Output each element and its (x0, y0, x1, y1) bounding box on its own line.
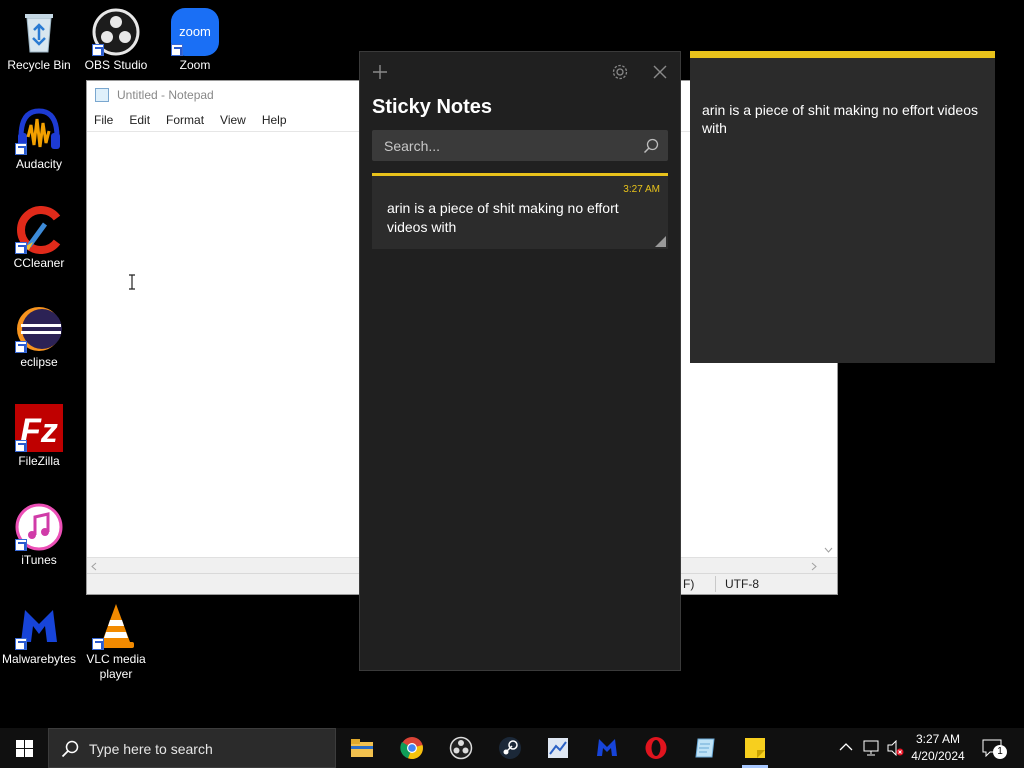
audacity-icon (15, 107, 63, 155)
sticky-notes-icon[interactable] (743, 736, 767, 760)
desktop-icon-ccleaner[interactable]: CCleaner (0, 206, 78, 271)
note-corner-fold-icon (655, 236, 666, 247)
desktop-icon-vlc[interactable]: VLC media player (77, 602, 155, 682)
malwarebytes-icon (15, 602, 63, 650)
scroll-left-icon[interactable] (91, 562, 97, 571)
taskbar-search-placeholder: Type here to search (89, 741, 213, 757)
shortcut-arrow-icon (92, 638, 104, 650)
search-icon[interactable] (643, 138, 659, 154)
desktop-icon-obs-studio[interactable]: OBS Studio (77, 8, 155, 73)
status-encoding: UTF-8 (725, 577, 759, 591)
network-icon[interactable] (862, 740, 880, 756)
desktop-icon-label: Malwarebytes (1, 652, 77, 666)
notification-badge: 1 (993, 745, 1007, 759)
filezilla-icon: Fz (15, 404, 63, 452)
clock-date: 4/20/2024 (911, 749, 965, 763)
text-cursor-icon (129, 274, 135, 290)
notepad-icon[interactable] (693, 736, 717, 760)
scroll-right-icon[interactable] (811, 562, 817, 571)
desktop-icon-label: CCleaner (13, 256, 65, 270)
desktop-icon-itunes[interactable]: iTunes (0, 503, 78, 568)
desktop-icon-label: Audacity (15, 157, 63, 171)
desktop-icon-audacity[interactable]: Audacity (0, 107, 78, 172)
recycle-bin-icon (15, 8, 63, 56)
status-divider (715, 576, 716, 592)
vlc-icon (92, 602, 140, 650)
sticky-notes-title: Sticky Notes (372, 96, 493, 118)
shortcut-arrow-icon (15, 440, 27, 452)
chrome-icon[interactable] (400, 736, 424, 760)
notification-center-button[interactable]: 1 (982, 739, 1007, 762)
search-icon (61, 740, 79, 758)
desktop-icon-label: FileZilla (18, 454, 60, 468)
obs-studio-icon (92, 8, 140, 56)
chevron-up-icon[interactable] (839, 742, 853, 752)
desktop-icon-malwarebytes[interactable]: Malwarebytes (0, 602, 78, 667)
taskbar: Type here to search 3:27 AM 4/20/2024 1 (0, 728, 1024, 768)
search-placeholder: Search... (384, 138, 441, 154)
shortcut-arrow-icon (171, 44, 183, 56)
sticky-notes-toolbar (360, 52, 680, 92)
desktop: Recycle Bin OBS Studio zoom Zoom Workpl.… (0, 0, 1024, 728)
eclipse-icon (15, 305, 63, 353)
shortcut-arrow-icon (15, 143, 27, 155)
volume-muted-icon[interactable] (886, 740, 904, 756)
obs-icon[interactable] (449, 736, 473, 760)
close-icon[interactable] (653, 65, 667, 79)
file-explorer-icon[interactable] (350, 736, 374, 760)
desktop-icon-label: Zoom Workpl... (179, 58, 211, 72)
opera-icon[interactable] (644, 736, 668, 760)
menu-format[interactable]: Format (166, 113, 204, 127)
shortcut-arrow-icon (92, 44, 104, 56)
start-button[interactable] (0, 728, 48, 768)
shortcut-arrow-icon (15, 242, 27, 254)
desktop-icon-recycle-bin[interactable]: Recycle Bin (0, 8, 78, 73)
taskbar-app-icon[interactable] (546, 736, 570, 760)
desktop-icon-eclipse[interactable]: eclipse (0, 305, 78, 370)
scroll-down-icon[interactable] (824, 547, 833, 553)
shortcut-arrow-icon (15, 539, 27, 551)
itunes-icon (15, 503, 63, 551)
desktop-icon-filezilla[interactable]: Fz FileZilla (0, 404, 78, 469)
steam-icon[interactable] (498, 736, 522, 760)
sticky-notes-list-window[interactable]: Sticky Notes Search... 3:27 AM arin is a… (359, 51, 681, 671)
desktop-icon-label: Recycle Bin (7, 58, 71, 72)
desktop-icon-label: OBS Studio (84, 58, 148, 72)
desktop-icon-zoom[interactable]: zoom Zoom Workpl... (156, 8, 234, 73)
note-card[interactable]: 3:27 AM arin is a piece of shit making n… (372, 173, 668, 249)
taskbar-search-box[interactable]: Type here to search (48, 728, 336, 768)
sticky-note-window[interactable]: arin is a piece of shit making no effort… (690, 51, 995, 363)
shortcut-arrow-icon (15, 638, 27, 650)
menu-help[interactable]: Help (262, 113, 287, 127)
malwarebytes-icon[interactable] (595, 736, 619, 760)
desktop-icon-label: eclipse (20, 355, 58, 369)
taskbar-clock[interactable]: 3:27 AM 4/20/2024 (906, 731, 970, 765)
desktop-icon-label: iTunes (21, 553, 57, 567)
windows-logo-icon (15, 739, 33, 757)
menu-edit[interactable]: Edit (129, 113, 150, 127)
settings-gear-icon[interactable] (611, 63, 629, 81)
status-line-ending: F) (683, 577, 695, 591)
desktop-icon-label: VLC media player (86, 652, 146, 681)
clock-time: 3:27 AM (915, 732, 961, 746)
notepad-title: Untitled - Notepad (117, 88, 214, 102)
note-preview-text: arin is a piece of shit making no effort… (387, 200, 619, 235)
menu-file[interactable]: File (94, 113, 113, 127)
sticky-notes-search-input[interactable]: Search... (372, 130, 668, 161)
svg-text:zoom: zoom (179, 24, 211, 39)
menu-view[interactable]: View (220, 113, 246, 127)
sticky-note-text[interactable]: arin is a piece of shit making no effort… (702, 101, 987, 137)
ccleaner-icon (15, 206, 63, 254)
zoom-icon: zoom (171, 8, 219, 56)
note-time: 3:27 AM (623, 184, 660, 195)
add-note-icon[interactable] (372, 64, 388, 80)
shortcut-arrow-icon (15, 341, 27, 353)
notepad-icon (95, 88, 109, 102)
